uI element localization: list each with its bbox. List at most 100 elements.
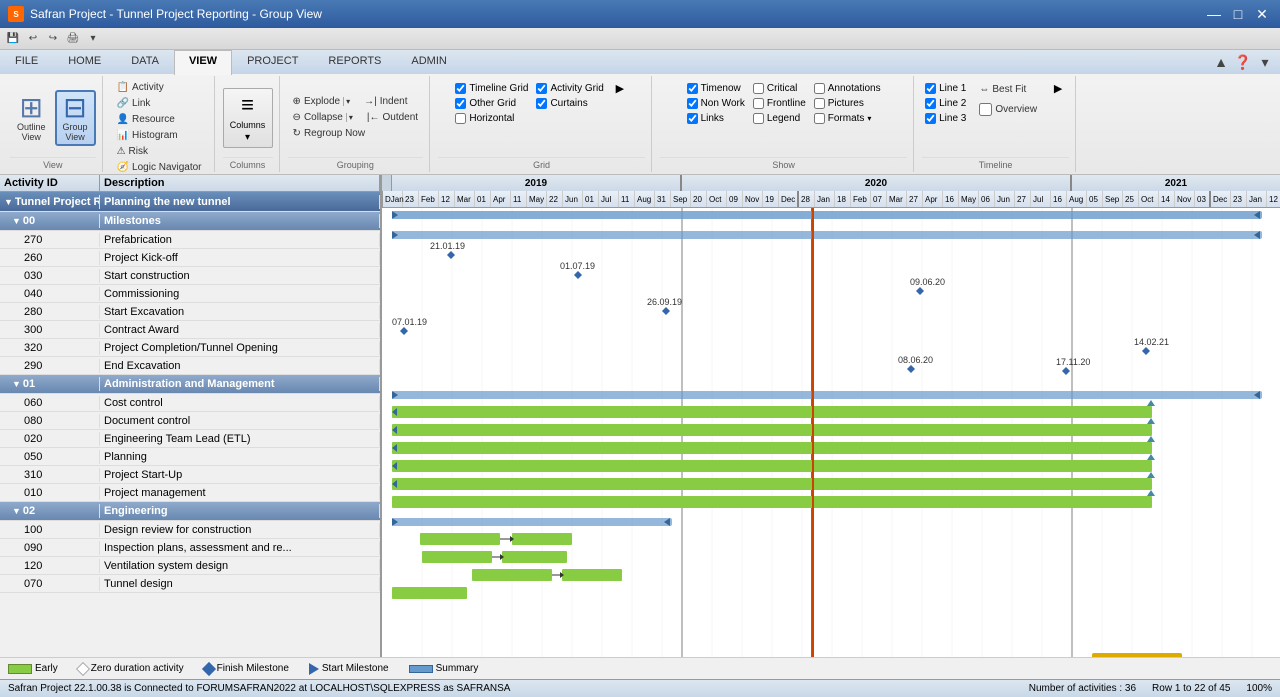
annotations-check[interactable]: Annotations	[814, 82, 881, 95]
project-expand-icon[interactable]: ▼	[4, 197, 13, 207]
non-work-checkbox[interactable]	[687, 98, 698, 109]
month-row: DJan 23 Feb 12 Mar 01 Apr 11 May 22 Jun …	[382, 191, 1280, 207]
frontline-checkbox[interactable]	[753, 98, 764, 109]
line2-check[interactable]: Line 2	[925, 97, 966, 110]
other-grid-label: Other Grid	[469, 98, 516, 109]
timenow-checkbox[interactable]	[687, 83, 698, 94]
group-02-expand-icon[interactable]: ▼	[12, 506, 21, 516]
links-check[interactable]: Links	[687, 112, 745, 125]
qa-undo[interactable]: ↩	[24, 30, 42, 48]
tab-view[interactable]: VIEW	[174, 50, 232, 75]
formats-arrow-icon[interactable]: ▾	[867, 114, 871, 123]
period-dec2: Dec	[1211, 191, 1231, 207]
explode-button[interactable]: ⊕ Explode ▾	[288, 94, 356, 109]
period-28: 28	[799, 191, 815, 207]
critical-checkbox[interactable]	[753, 83, 764, 94]
legend-check[interactable]: Legend	[753, 112, 806, 125]
line2-checkbox[interactable]	[925, 98, 936, 109]
logic-navigator-label: Logic Navigator	[132, 162, 201, 173]
cell-080-id: 080	[0, 414, 100, 428]
columns-button[interactable]: ≡ Columns ▾	[223, 88, 273, 148]
other-grid-checkbox[interactable]	[455, 98, 466, 109]
outdent-button[interactable]: |← Outdent	[362, 110, 423, 125]
histogram-button[interactable]: 📊 Histogram	[112, 128, 183, 143]
timeline-grid-check[interactable]: Timeline Grid	[455, 82, 528, 95]
timeline-expand-icon[interactable]: ▶	[1050, 82, 1066, 95]
group-view-button[interactable]: ⊟ GroupView	[55, 90, 96, 146]
grid-expand-icon[interactable]: ▶	[612, 82, 628, 95]
line3-checkbox[interactable]	[925, 113, 936, 124]
links-checkbox[interactable]	[687, 113, 698, 124]
tab-home[interactable]: HOME	[53, 50, 116, 74]
collapse-button[interactable]: ⊖ Collapse ▾	[288, 110, 358, 125]
pictures-check[interactable]: Pictures	[814, 97, 881, 110]
line1-check[interactable]: Line 1	[925, 82, 966, 95]
indent-button[interactable]: →| Indent	[359, 94, 412, 109]
close-button[interactable]: ✕	[1252, 4, 1272, 24]
link-button[interactable]: 🔗 Link	[112, 96, 156, 111]
activity-grid-checkbox[interactable]	[536, 83, 547, 94]
frontline-check[interactable]: Frontline	[753, 97, 806, 110]
formats-check[interactable]: Formats ▾	[814, 112, 881, 125]
line1-label: Line 1	[939, 83, 966, 94]
legend-checkbox[interactable]	[753, 113, 764, 124]
minimize-button[interactable]: —	[1204, 4, 1224, 24]
resource-button[interactable]: 👤 Resource	[112, 112, 180, 127]
zero-duration-diamond	[76, 661, 90, 675]
ribbon-minimize[interactable]: ▾	[1256, 53, 1274, 71]
qa-print[interactable]: 🖨	[64, 30, 82, 48]
activity-grid-check[interactable]: Activity Grid	[536, 82, 603, 95]
period-jan3: Jan	[1247, 191, 1267, 207]
qa-redo[interactable]: ↪	[44, 30, 62, 48]
explode-arrow-icon[interactable]: ▾	[343, 97, 350, 106]
annotations-checkbox[interactable]	[814, 83, 825, 94]
tab-data[interactable]: DATA	[116, 50, 174, 74]
zero-duration-label: Zero duration activity	[91, 663, 184, 674]
row-020: 020 Engineering Team Lead (ETL)	[0, 430, 380, 448]
formats-checkbox[interactable]	[814, 113, 825, 124]
tab-reports[interactable]: REPORTS	[313, 50, 396, 74]
activity-count: Number of activities : 36	[1029, 683, 1136, 694]
cell-310-id: 310	[0, 468, 100, 482]
svg-text:26.09.19: 26.09.19	[647, 297, 682, 307]
period-12b: 12	[1267, 191, 1280, 207]
best-fit-button[interactable]: ⇔ Best Fit	[974, 82, 1042, 97]
risk-label: Risk	[129, 146, 148, 157]
horizontal-check[interactable]: Horizontal	[455, 112, 528, 125]
group-00-expand-icon[interactable]: ▼	[12, 216, 21, 226]
collapse-arrow-icon[interactable]: ▾	[346, 113, 353, 122]
curtains-checkbox[interactable]	[536, 98, 547, 109]
status-right: Number of activities : 36 Row 1 to 22 of…	[1029, 683, 1272, 694]
activity-button[interactable]: 📋 Activity	[112, 80, 169, 95]
curtains-check[interactable]: Curtains	[536, 97, 603, 110]
group-01-expand-icon[interactable]: ▼	[12, 379, 21, 389]
critical-label: Critical	[767, 83, 798, 94]
outline-view-button[interactable]: ⊞ OutlineView	[10, 91, 53, 145]
regroup-now-button[interactable]: ↻ Regroup Now	[288, 126, 371, 141]
line1-checkbox[interactable]	[925, 83, 936, 94]
horizontal-checkbox[interactable]	[455, 113, 466, 124]
pictures-checkbox[interactable]	[814, 98, 825, 109]
maximize-button[interactable]: □	[1228, 4, 1248, 24]
overview-checkbox[interactable]	[979, 103, 992, 116]
non-work-check[interactable]: Non Work	[687, 97, 745, 110]
ribbon-question[interactable]: ❓	[1234, 53, 1252, 71]
tab-file[interactable]: FILE	[0, 50, 53, 74]
overview-button[interactable]: Overview	[974, 101, 1042, 118]
timenow-check[interactable]: Timenow	[687, 82, 745, 95]
tab-admin[interactable]: ADMIN	[396, 50, 461, 74]
tab-project[interactable]: PROJECT	[232, 50, 313, 74]
line3-check[interactable]: Line 3	[925, 112, 966, 125]
ribbon-group-grid: Timeline Grid Other Grid Horizontal Acti…	[432, 76, 652, 172]
group-00-id: 00	[23, 215, 35, 227]
qa-save[interactable]: 💾	[4, 30, 22, 48]
qa-settings[interactable]: ▾	[84, 30, 102, 48]
ribbon-help[interactable]: ▲	[1212, 53, 1230, 71]
critical-check[interactable]: Critical	[753, 82, 806, 95]
gantt-chart: 2019 2020 2021 DJan 23 Feb 12 Mar 01 Apr…	[382, 175, 1280, 657]
col-header-id: Activity ID	[0, 175, 100, 191]
logic-navigator-button[interactable]: 🧭 Logic Navigator	[112, 160, 207, 175]
timeline-grid-checkbox[interactable]	[455, 83, 466, 94]
other-grid-check[interactable]: Other Grid	[455, 97, 528, 110]
risk-button[interactable]: ⚠ Risk	[112, 144, 153, 159]
